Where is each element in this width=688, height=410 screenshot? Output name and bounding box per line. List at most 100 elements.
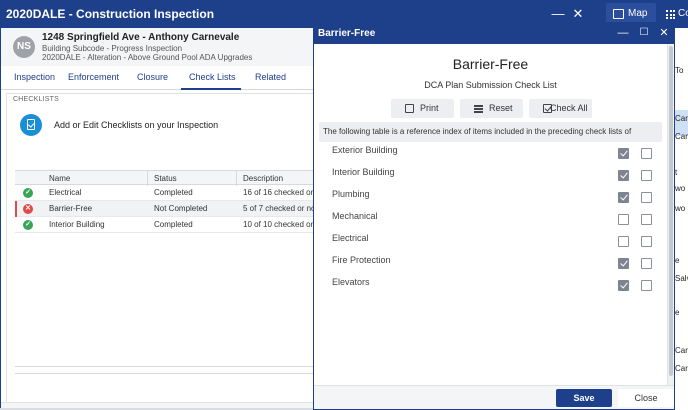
background-list-item[interactable]: wo [675,184,685,193]
checkbox[interactable] [641,170,652,181]
grid-icon [666,10,675,19]
checkbox[interactable] [641,236,652,247]
background-list-item[interactable]: t [675,168,677,177]
background-list-item[interactable]: Salv [675,274,688,283]
checklist-item-label: Plumbing [332,189,370,199]
checklist-item-label: Mechanical [332,211,378,221]
checkbox[interactable] [618,192,629,203]
row-name: Interior Building [49,220,105,229]
checkbox[interactable] [641,148,652,159]
dialog-window-title: Barrier-Free [318,28,376,39]
check-all-button[interactable]: Check All [529,99,592,118]
checkbox[interactable] [618,258,629,269]
minimize-icon[interactable]: — [548,4,568,24]
checklist-item: Mechanical [314,211,667,233]
checkbox[interactable] [618,214,629,225]
checklist-item-label: Fire Protection [332,255,391,265]
table-footer-line [15,366,314,367]
column-header-name[interactable]: Name [49,174,70,183]
checklist-item: Electrical [314,233,667,255]
tab-inspection[interactable]: Inspection [14,72,55,82]
column-divider [147,171,148,186]
inspection-subcode: Building Subcode - Progress Inspection [42,44,183,53]
checklist-item: Fire Protection [314,255,667,277]
inspection-panel: NS 1248 Springfield Ave - Anthony Carnev… [0,28,314,408]
background-list-item[interactable]: e [675,308,679,317]
print-button[interactable]: Print [391,99,454,118]
tab-related[interactable]: Related [255,72,286,82]
dialog-heading: Barrier-Free [452,56,529,72]
background-list-item[interactable]: To [675,66,683,75]
checklist-item: Elevators [314,277,667,299]
table-footer-line [15,373,314,374]
inspection-header: NS 1248 Springfield Ave - Anthony Carnev… [1,28,314,66]
row-name: Electrical [49,188,82,197]
row-status: Completed [154,188,193,197]
checkbox[interactable] [618,280,629,291]
checkbox[interactable] [618,170,629,181]
row-description: 16 of 16 checked on [243,188,314,197]
checklist-item: Exterior Building [314,145,667,167]
checklist-item-label: Elevators [332,277,370,287]
column-header-description[interactable]: Description [243,174,283,183]
checklist-item-label: Electrical [332,233,369,243]
co-button-label: Co [678,8,688,19]
column-divider [236,171,237,186]
dialog-title-bar: Barrier-Free — ☐ ✕ [314,23,674,44]
save-button[interactable]: Save [556,389,612,407]
close-button[interactable]: Close [618,389,674,407]
checkbox[interactable] [618,148,629,159]
row-status: Completed [154,220,193,229]
dialog-footer: Save Close [314,385,674,409]
add-checklists-link[interactable]: Add or Edit Checklists on your Inspectio… [54,120,218,130]
checklist-item-label: Exterior Building [332,145,398,155]
tab-enforcement[interactable]: Enforcement [68,72,119,82]
table-row[interactable]: ✕ Barrier-Free Not Completed 5 of 7 chec… [15,201,314,217]
scrollbar-thumb[interactable] [669,46,673,376]
error-circle-icon: ✕ [23,204,33,214]
background-list-item[interactable]: e [675,256,679,265]
app-title: 2020DALE - Construction Inspection [6,7,215,21]
background-list-item[interactable]: Car [675,132,688,141]
checkbox[interactable] [641,280,652,291]
close-icon[interactable]: ✕ [657,26,671,40]
table-row[interactable]: ✓ Electrical Completed 16 of 16 checked … [15,185,314,201]
reset-button[interactable]: Reset [460,99,523,118]
column-header-status[interactable]: Status [154,174,177,183]
maximize-icon[interactable]: ☐ [637,26,651,40]
table-row[interactable]: ✓ Interior Building Completed 10 of 10 c… [15,217,314,233]
minimize-icon[interactable]: — [616,26,630,40]
checkbox[interactable] [618,236,629,247]
inspection-tabs: Inspection Enforcement Closure Check Lis… [1,66,314,90]
checkbox[interactable] [641,214,652,225]
horizontal-scrollbar[interactable] [1,402,314,408]
reset-button-label: Reset [489,103,513,113]
check-circle-icon: ✓ [23,188,33,198]
check-circle-icon: ✓ [23,220,33,230]
map-icon [613,9,624,19]
row-description: 5 of 7 checked or no [243,204,314,213]
row-error-marker [15,201,17,217]
checkbox[interactable] [641,192,652,203]
printer-icon [405,104,414,113]
inspection-address: 1248 Springfield Ave - Anthony Carnevale [42,32,240,43]
checkbox[interactable] [641,258,652,269]
print-button-label: Print [420,103,439,113]
background-list-item[interactable]: wo [675,204,685,213]
vertical-scrollbar[interactable] [667,44,674,386]
row-name: Barrier-Free [49,204,93,213]
tab-closure[interactable]: Closure [137,72,168,82]
tab-check-lists[interactable]: Check Lists [189,72,236,82]
check-all-button-label: Check All [550,103,588,113]
section-label: CHECKLISTS [13,96,59,103]
map-button-label: Map [628,8,648,19]
row-description: 10 of 10 checked on [243,220,314,229]
background-list-item[interactable]: Car [675,114,688,123]
inspection-description: 2020DALE - Alteration - Above Ground Poo… [42,53,253,62]
background-list-item[interactable]: Car [675,364,688,373]
close-icon[interactable]: ✕ [568,4,588,24]
background-list-item[interactable]: Car [675,346,688,355]
clipboard-check-icon[interactable] [20,114,42,136]
checklist-item: Interior Building [314,167,667,189]
barrier-free-dialog: Barrier-Free — ☐ ✕ Barrier-Free DCA Plan… [313,22,675,410]
